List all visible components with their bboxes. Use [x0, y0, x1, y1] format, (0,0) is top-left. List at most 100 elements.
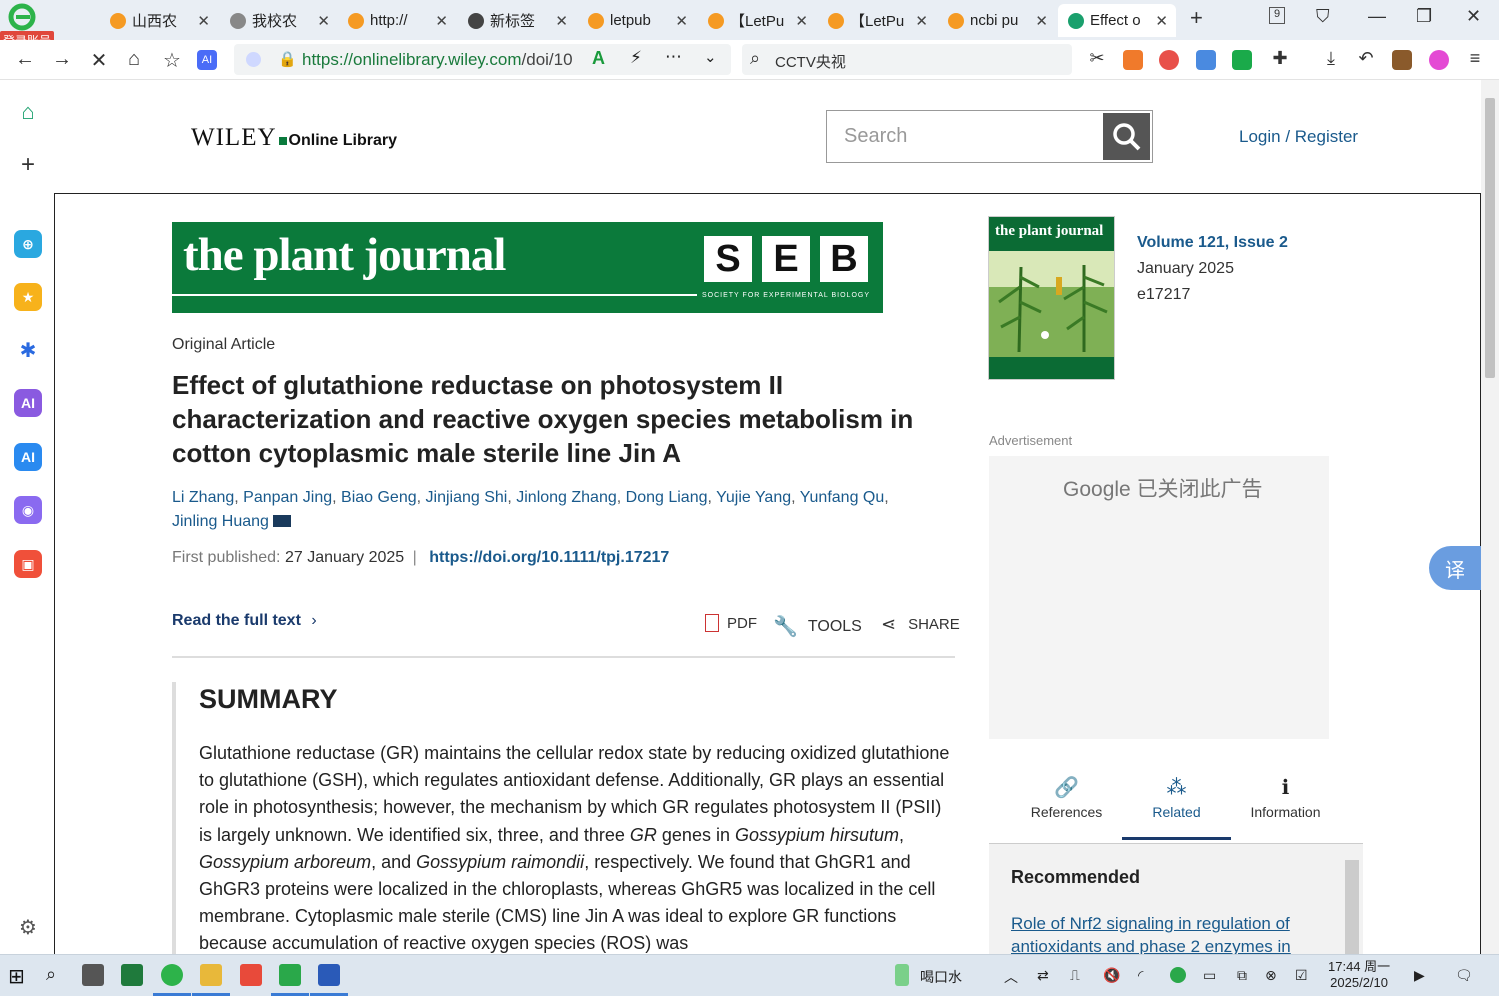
tab-close-icon[interactable]: ✕: [435, 12, 448, 30]
ai-extension-icon[interactable]: AI: [197, 50, 217, 70]
tray-green-icon[interactable]: [1170, 967, 1186, 983]
tab-close-icon[interactable]: ✕: [555, 12, 568, 30]
tray-close-icon[interactable]: ⊗: [1265, 967, 1277, 984]
url-text[interactable]: https://onlinelibrary.wiley.com/doi/10: [302, 50, 584, 70]
minimize-button[interactable]: —: [1368, 6, 1386, 27]
scissors-icon[interactable]: ✂: [1085, 48, 1109, 69]
pdf-button[interactable]: PDF: [705, 614, 757, 632]
more-icon[interactable]: ⋯: [665, 47, 682, 67]
sidebar-game-icon[interactable]: ▣: [14, 550, 42, 578]
tab-references[interactable]: 🔗 References: [1012, 770, 1121, 840]
tray-check-icon[interactable]: ☑: [1295, 967, 1308, 984]
sidebar-star-icon[interactable]: ★: [14, 283, 42, 311]
media-icon[interactable]: ▶: [1414, 967, 1425, 984]
chevron-down-icon[interactable]: ⌄: [704, 48, 717, 66]
author-link[interactable]: Dong Liang: [626, 489, 708, 506]
browser-tab[interactable]: 【LetPu ✕: [818, 4, 936, 37]
browser-tab[interactable]: 我校农 ✕: [220, 4, 338, 37]
tab-information[interactable]: ℹ Information: [1231, 770, 1340, 840]
undo-icon[interactable]: ↶: [1354, 48, 1378, 69]
wps-icon[interactable]: [240, 964, 262, 986]
read-aloud-icon[interactable]: A: [592, 48, 605, 69]
author-link[interactable]: Jinjiang Shi: [426, 489, 508, 506]
tab-close-icon[interactable]: ✕: [795, 12, 808, 30]
notification-icon[interactable]: 🗨: [1455, 967, 1473, 984]
site-mode-icon[interactable]: [246, 52, 261, 67]
ai-assistant-icon[interactable]: [1429, 50, 1449, 70]
mail-extension-icon[interactable]: [1196, 50, 1216, 70]
page-scrollbar[interactable]: [1481, 80, 1499, 954]
menu-icon[interactable]: ≡: [1463, 48, 1487, 69]
excel-icon[interactable]: [121, 964, 143, 986]
forward-icon[interactable]: →: [50, 48, 74, 71]
tab-close-icon[interactable]: ✕: [317, 12, 330, 30]
wechat-icon[interactable]: [279, 964, 301, 986]
sidebar-ai-icon[interactable]: AI: [14, 389, 42, 417]
author-link[interactable]: Panpan Jing: [243, 489, 332, 506]
tray-ime-icon[interactable]: ⎍: [1070, 967, 1080, 984]
word-icon[interactable]: [318, 964, 340, 986]
author-link[interactable]: Jinlong Zhang: [516, 489, 617, 506]
new-tab-button[interactable]: +: [1190, 5, 1203, 31]
green-extension-icon[interactable]: [1232, 50, 1252, 70]
tab-counter[interactable]: 9: [1269, 7, 1285, 24]
home-icon[interactable]: ⌂: [122, 48, 146, 71]
browser-taskbar-icon[interactable]: [161, 964, 183, 986]
author-link[interactable]: Li Zhang: [172, 489, 234, 506]
volume-muted-icon[interactable]: 🔇: [1103, 967, 1120, 984]
browser-tab[interactable]: 【LetPu ✕: [698, 4, 816, 37]
scrollbar-thumb[interactable]: [1485, 98, 1495, 378]
browser-tab[interactable]: Effect o ✕: [1058, 4, 1176, 37]
windows-start-icon[interactable]: ⊞: [8, 964, 30, 988]
browser-tab[interactable]: letpub ✕: [578, 4, 696, 37]
browser-tab[interactable]: 新标签 ✕: [458, 4, 576, 37]
login-register-link[interactable]: Login / Register: [1239, 127, 1358, 147]
browser-tab[interactable]: 山西农 ✕: [100, 4, 218, 37]
share-button[interactable]: ⋖ SHARE: [881, 614, 960, 635]
back-icon[interactable]: ←: [13, 48, 37, 71]
browser-search-box[interactable]: ⌕ CCTV央视: [742, 44, 1072, 75]
tools-button[interactable]: 🔧 TOOLS: [773, 614, 862, 639]
taskbar-search-icon[interactable]: ⌕: [46, 964, 68, 986]
journal-banner[interactable]: the plant journal S E B SOCIETY FOR EXPE…: [172, 222, 883, 313]
system-clock[interactable]: 17:44 周一 2025/2/10: [1328, 959, 1390, 991]
tray-app-icon[interactable]: ⧉: [1237, 967, 1247, 984]
sidebar-network-icon[interactable]: ✱: [14, 336, 42, 364]
fox-extension-icon[interactable]: [1123, 50, 1143, 70]
sidebar-home-icon[interactable]: ⌂: [14, 98, 42, 126]
recommended-link[interactable]: Role of Nrf2 signaling in regulation of …: [1011, 912, 1321, 954]
file-explorer-icon[interactable]: [200, 964, 222, 986]
lock-icon[interactable]: 🔒: [278, 50, 297, 68]
site-search-button[interactable]: [1103, 113, 1150, 160]
tab-related[interactable]: ⁂ Related: [1122, 770, 1231, 840]
browser-tab[interactable]: http:// ✕: [338, 4, 456, 37]
tab-close-icon[interactable]: ✕: [1035, 12, 1048, 30]
close-window-button[interactable]: ✕: [1466, 6, 1481, 27]
author-link[interactable]: Yunfang Qu: [800, 489, 885, 506]
tab-close-icon[interactable]: ✕: [197, 12, 210, 30]
water-reminder-text[interactable]: 喝口水: [920, 967, 962, 987]
corresponding-author-mail-icon[interactable]: [272, 515, 291, 527]
volume-issue-link[interactable]: Volume 121, Issue 2: [1137, 230, 1288, 256]
tab-close-icon[interactable]: ✕: [1155, 12, 1168, 30]
read-full-text-link[interactable]: Read the full text ›: [172, 612, 317, 630]
author-link[interactable]: Jinling Huang: [172, 513, 269, 530]
site-search-input[interactable]: [827, 111, 1101, 162]
stop-icon[interactable]: ✕: [87, 48, 111, 73]
recommended-scrollbar[interactable]: [1345, 860, 1359, 954]
author-link[interactable]: Biao Geng: [341, 489, 417, 506]
tab-close-icon[interactable]: ✕: [915, 12, 928, 30]
briefcase-icon[interactable]: [1392, 50, 1412, 70]
sidebar-app-icon[interactable]: ⊕: [14, 230, 42, 258]
weibo-extension-icon[interactable]: [1159, 50, 1179, 70]
wifi-icon[interactable]: ◜: [1138, 967, 1143, 984]
sidebar-ai2-icon[interactable]: AI: [14, 443, 42, 471]
lightning-icon[interactable]: ⚡: [630, 48, 642, 68]
sidebar-bot-icon[interactable]: ◉: [14, 496, 42, 524]
shirt-icon[interactable]: ⛉: [1316, 6, 1330, 27]
tab-close-icon[interactable]: ✕: [675, 12, 688, 30]
address-bar[interactable]: 🔒 https://onlinelibrary.wiley.com/doi/10…: [234, 44, 731, 75]
puzzle-icon[interactable]: ✚: [1268, 48, 1292, 69]
water-reminder-icon[interactable]: [895, 964, 909, 986]
taskview-icon[interactable]: [82, 964, 104, 986]
